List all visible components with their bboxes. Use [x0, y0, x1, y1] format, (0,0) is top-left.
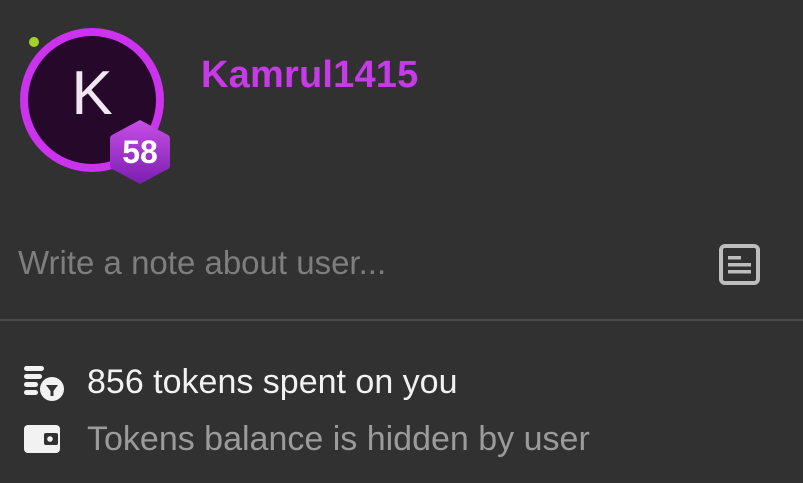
tokens-spent-text: 856 tokens spent on you	[87, 362, 458, 401]
tokens-balance-text: Tokens balance is hidden by user	[87, 419, 590, 458]
level-number: 58	[122, 133, 158, 170]
note-icon[interactable]	[718, 243, 761, 286]
online-status-dot	[29, 37, 39, 47]
user-profile-card: K 58 Kamrul1415 Write a note about user.…	[0, 0, 803, 483]
level-badge: 58	[107, 117, 173, 187]
avatar-initial: K	[71, 59, 113, 128]
tokens-spent-row: 856 tokens spent on you	[22, 360, 458, 404]
wallet-icon	[22, 417, 66, 461]
coins-icon	[22, 360, 66, 404]
tokens-balance-row: Tokens balance is hidden by user	[22, 417, 590, 461]
section-divider	[0, 319, 803, 321]
user-note-input[interactable]	[18, 240, 698, 286]
username-link[interactable]: Kamrul1415	[201, 54, 418, 97]
